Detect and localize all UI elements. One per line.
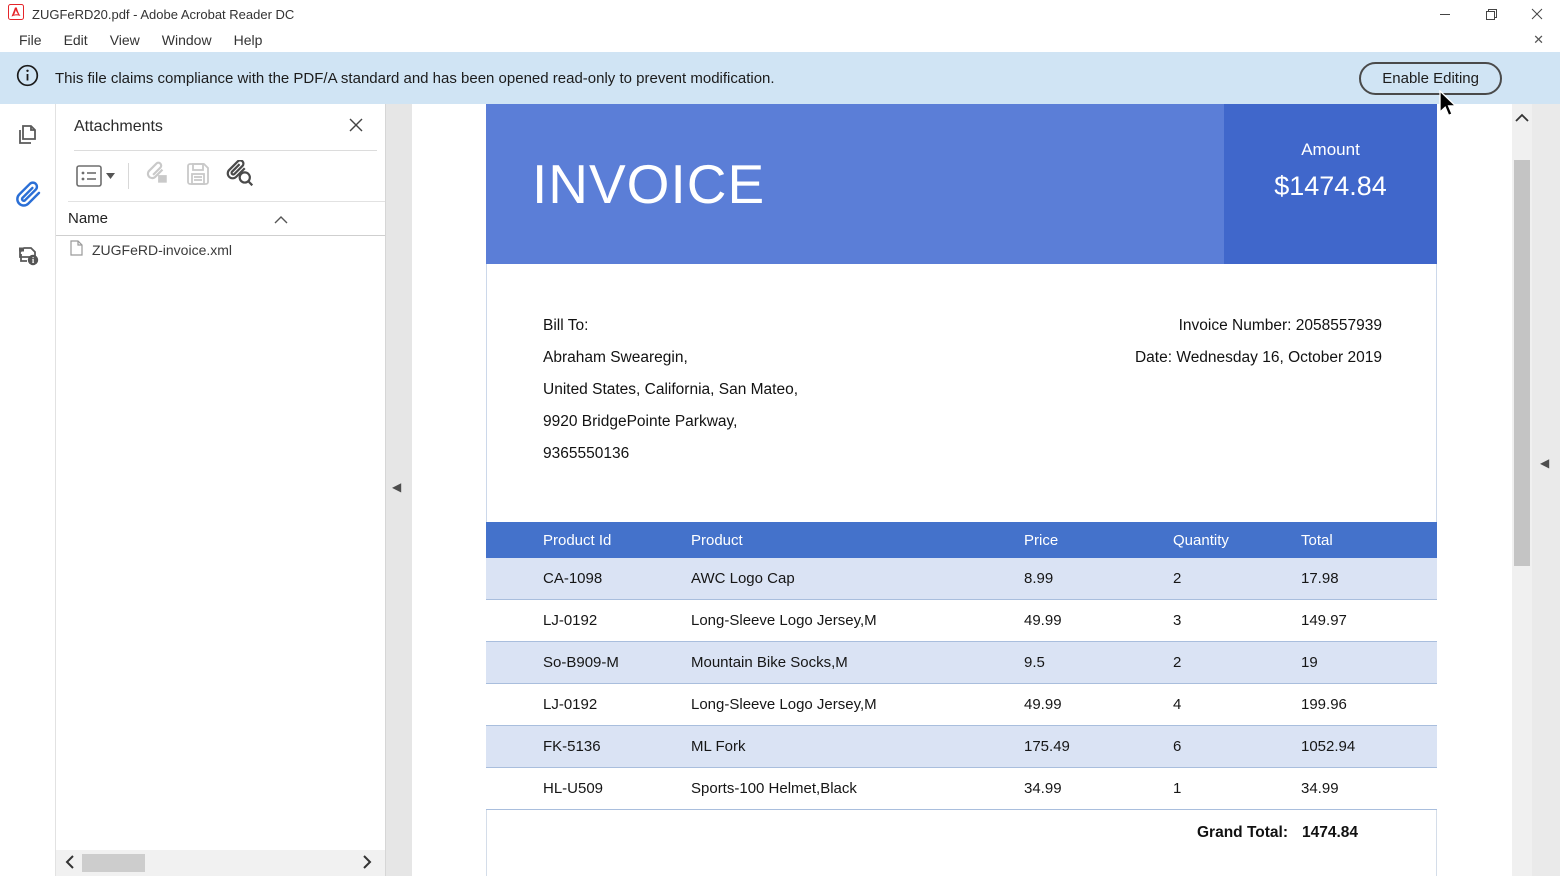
table-row: CA-1098AWC Logo Cap8.99217.98: [486, 558, 1437, 600]
col-product-id: Product Id: [543, 532, 691, 549]
amount-value: $1474.84: [1274, 171, 1387, 202]
scroll-left-icon[interactable]: [65, 855, 74, 874]
document-close-icon[interactable]: ✕: [1527, 32, 1550, 48]
table-row: FK-5136ML Fork175.4961052.94: [486, 726, 1437, 768]
col-quantity: Quantity: [1173, 532, 1301, 549]
menu-file[interactable]: File: [8, 32, 53, 48]
menu-view[interactable]: View: [99, 32, 151, 48]
restore-icon[interactable]: [1468, 0, 1514, 28]
invoice-table-header: Product Id Product Price Quantity Total: [486, 522, 1437, 558]
attachment-file-row[interactable]: ZUGFeRD-invoice.xml: [56, 236, 385, 264]
horizontal-scrollbar[interactable]: [56, 850, 385, 876]
invoice-date: Date: Wednesday 16, October 2019: [1135, 342, 1382, 374]
col-product: Product: [691, 532, 1024, 549]
invoice-header: INVOICE Amount $1474.84: [486, 104, 1437, 264]
expand-right-panel-icon[interactable]: ◀: [1540, 456, 1549, 470]
pdfa-notification-bar: This file claims compliance with the PDF…: [0, 52, 1560, 104]
sort-ascending-icon: [274, 211, 288, 229]
menu-edit[interactable]: Edit: [53, 32, 99, 48]
model-tree-info-icon[interactable]: i: [14, 240, 42, 268]
close-icon[interactable]: [1514, 0, 1560, 28]
scroll-up-icon[interactable]: [1515, 109, 1529, 127]
save-attachment-icon[interactable]: [185, 161, 211, 192]
toolbar-divider: [128, 163, 129, 189]
invoice-billto-section: Bill To: Abraham Swearegin, United State…: [486, 264, 1437, 522]
minimize-icon[interactable]: [1422, 0, 1468, 28]
navigation-icon-strip: i: [0, 104, 56, 876]
grand-total-row: Grand Total: 1474.84: [486, 810, 1437, 876]
vertical-scroll-thumb[interactable]: [1514, 160, 1530, 566]
scroll-right-icon[interactable]: [363, 855, 372, 874]
menu-help[interactable]: Help: [223, 32, 274, 48]
acrobat-icon: [8, 4, 24, 25]
invoice-amount-box: Amount $1474.84: [1224, 104, 1437, 264]
attachments-toolbar: [56, 151, 385, 201]
attachments-name-header[interactable]: Name: [56, 202, 385, 236]
horizontal-scroll-thumb[interactable]: [82, 854, 145, 872]
right-panel-gutter: ◀: [1532, 104, 1560, 876]
vertical-scrollbar[interactable]: [1512, 104, 1532, 876]
billto-name: Abraham Swearegin,: [543, 342, 798, 374]
invoice-title: INVOICE: [532, 152, 765, 216]
amount-label: Amount: [1301, 140, 1360, 160]
billto-region: United States, California, San Mateo,: [543, 374, 798, 406]
window-title: ZUGFeRD20.pdf - Adobe Acrobat Reader DC: [32, 7, 294, 22]
name-column-label: Name: [68, 210, 108, 227]
attachments-panel: Attachments Name: [56, 104, 386, 876]
enable-editing-button[interactable]: Enable Editing: [1359, 62, 1502, 95]
col-price: Price: [1024, 532, 1173, 549]
table-row: LJ-0192Long-Sleeve Logo Jersey,M49.99419…: [486, 684, 1437, 726]
billto-street: 9920 BridgePointe Parkway,: [543, 406, 798, 438]
grand-total-label: Grand Total:: [544, 824, 1302, 876]
collapse-panel-left-icon[interactable]: ◀: [392, 480, 401, 494]
attachments-panel-title: Attachments: [74, 118, 163, 136]
file-icon: [70, 240, 83, 261]
open-attachment-icon[interactable]: [142, 161, 172, 192]
attachment-file-name: ZUGFeRD-invoice.xml: [92, 242, 232, 258]
attachments-close-icon[interactable]: [349, 117, 363, 137]
col-total: Total: [1301, 532, 1437, 549]
invoice-number: Invoice Number: 2058557939: [1135, 310, 1382, 342]
menu-window[interactable]: Window: [151, 32, 223, 48]
grand-total-value: 1474.84: [1302, 824, 1436, 876]
pdf-page: INVOICE Amount $1474.84 Bill To: Abraham…: [486, 104, 1437, 876]
document-view: INVOICE Amount $1474.84 Bill To: Abraham…: [412, 104, 1512, 876]
table-row: HL-U509Sports-100 Helmet,Black34.99134.9…: [486, 768, 1437, 810]
info-icon: [16, 64, 39, 92]
panel-collapse-strip[interactable]: ◀: [386, 104, 412, 876]
table-row: LJ-0192Long-Sleeve Logo Jersey,M49.99314…: [486, 600, 1437, 642]
table-row: So-B909-MMountain Bike Socks,M9.5219: [486, 642, 1437, 684]
attachments-paperclip-icon[interactable]: [14, 180, 42, 208]
mouse-cursor: [1438, 90, 1458, 123]
search-attachments-icon[interactable]: [224, 160, 254, 193]
notification-message: This file claims compliance with the PDF…: [55, 70, 775, 87]
billto-label: Bill To:: [543, 310, 798, 342]
billto-phone: 9365550136: [543, 438, 798, 470]
options-menu-icon[interactable]: [76, 165, 115, 187]
title-bar: ZUGFeRD20.pdf - Adobe Acrobat Reader DC: [0, 0, 1560, 28]
menu-bar: File Edit View Window Help ✕: [0, 28, 1560, 52]
page-thumbnails-icon[interactable]: [14, 120, 42, 148]
